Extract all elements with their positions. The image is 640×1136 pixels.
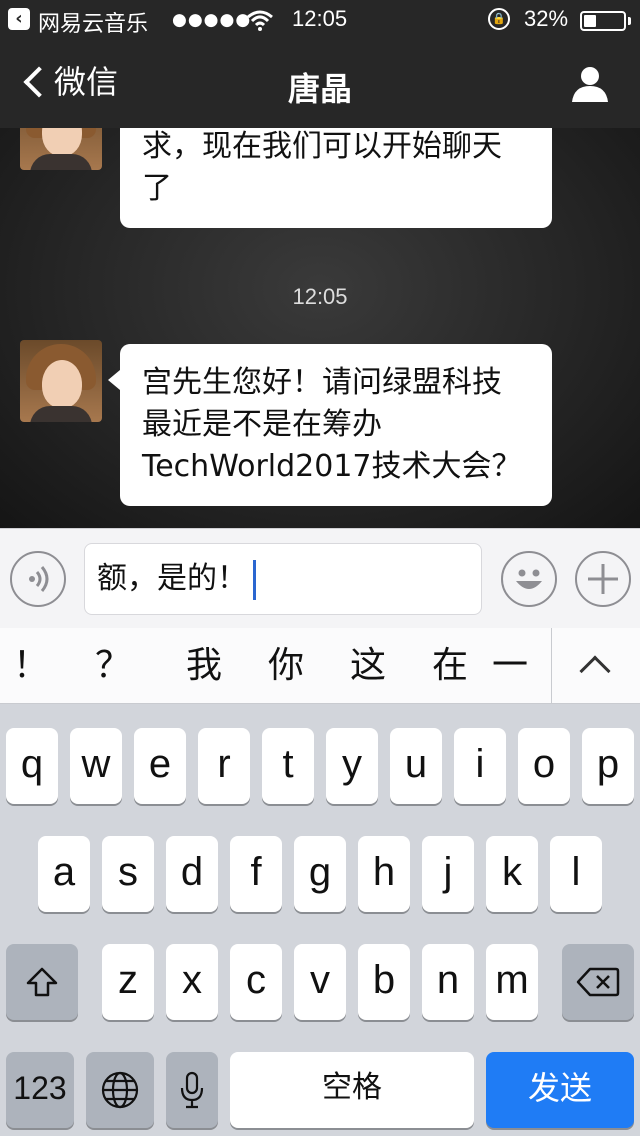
battery-tip	[628, 17, 631, 25]
candidate-word[interactable]: 我	[163, 628, 245, 704]
voice-icon	[29, 566, 49, 592]
key-g[interactable]: g	[294, 836, 346, 912]
rotation-lock-icon: 🔒	[488, 8, 510, 30]
key-r[interactable]: r	[198, 728, 250, 804]
candidate-word[interactable]: ？	[72, 628, 154, 704]
key-f[interactable]: f	[230, 836, 282, 912]
key-t[interactable]: t	[262, 728, 314, 804]
backspace-icon	[576, 968, 620, 997]
chevron-left-icon	[23, 66, 55, 98]
key-d[interactable]: d	[166, 836, 218, 912]
key-k[interactable]: k	[486, 836, 538, 912]
key-p[interactable]: p	[582, 728, 634, 804]
emoji-button[interactable]	[501, 551, 557, 607]
expand-candidates-button[interactable]	[551, 628, 640, 704]
key-e[interactable]: e	[134, 728, 186, 804]
chat-area[interactable]: 求，现在我们可以开始聊天 了 12:05 宫先生您好！请问绿盟科技 最近是不是在…	[0, 128, 640, 528]
key-j[interactable]: j	[422, 836, 474, 912]
candidate-word[interactable]: 一	[492, 628, 552, 704]
contact-profile-icon[interactable]	[570, 64, 610, 104]
key-m[interactable]: m	[486, 944, 538, 1020]
message-text: 宫先生您好！请问绿盟科技 最近是不是在筹办 TechWorld2017技术大会？	[142, 365, 522, 484]
globe-icon	[101, 1072, 139, 1109]
smiley-icon	[516, 569, 542, 589]
key-h[interactable]: h	[358, 836, 410, 912]
key-x[interactable]: x	[166, 944, 218, 1020]
space-key[interactable]: 空格	[230, 1052, 474, 1128]
key-s[interactable]: s	[102, 836, 154, 912]
globe-key[interactable]	[86, 1052, 154, 1128]
status-bar: ‹ 网易云音乐 ●●●●● 12:05 🔒 32%	[0, 0, 640, 40]
candidate-word[interactable]: 这	[327, 628, 409, 704]
key-w[interactable]: w	[70, 728, 122, 804]
back-button[interactable]: 微信	[20, 62, 118, 102]
plus-icon	[588, 564, 618, 594]
key-u[interactable]: u	[390, 728, 442, 804]
message-input[interactable]: 额，是的！	[84, 543, 482, 615]
keyboard: q w e r t y u i o p a s d f g h j k l z …	[0, 704, 640, 1136]
battery-icon	[580, 11, 626, 31]
delete-key[interactable]	[562, 944, 634, 1020]
status-time: 12:05	[292, 6, 348, 31]
numbers-key[interactable]: 123	[6, 1052, 74, 1128]
key-l[interactable]: l	[550, 836, 602, 912]
input-bar: 额，是的！	[0, 528, 640, 628]
battery-percent: 32%	[524, 6, 569, 31]
key-a[interactable]: a	[38, 836, 90, 912]
message-bubble[interactable]: 求，现在我们可以开始聊天 了	[120, 128, 552, 228]
key-o[interactable]: o	[518, 728, 570, 804]
key-c[interactable]: c	[230, 944, 282, 1020]
signal-strength-icon: ●●●●●	[172, 10, 252, 30]
candidate-word[interactable]: ！	[0, 628, 72, 704]
battery-level	[584, 15, 596, 27]
key-y[interactable]: y	[326, 728, 378, 804]
bubble-tail	[108, 370, 120, 390]
shift-icon	[26, 968, 58, 997]
message-timestamp: 12:05	[292, 284, 348, 309]
key-q[interactable]: q	[6, 728, 58, 804]
contact-avatar[interactable]	[20, 340, 102, 422]
key-v[interactable]: v	[294, 944, 346, 1020]
message-input-value: 额，是的！	[97, 561, 247, 596]
key-n[interactable]: n	[422, 944, 474, 1020]
key-z[interactable]: z	[102, 944, 154, 1020]
text-caret	[253, 559, 256, 600]
message-bubble[interactable]: 宫先生您好！请问绿盟科技 最近是不是在筹办 TechWorld2017技术大会？	[108, 344, 552, 506]
contact-avatar[interactable]	[20, 128, 102, 170]
key-b[interactable]: b	[358, 944, 410, 1020]
dictation-key[interactable]	[166, 1052, 218, 1128]
candidate-word[interactable]: 在	[409, 628, 491, 704]
voice-input-button[interactable]	[10, 551, 66, 607]
message-text: 求，现在我们可以开始聊天 了	[142, 129, 502, 206]
more-options-button[interactable]	[575, 551, 631, 607]
top-bar: ‹ 网易云音乐 ●●●●● 12:05 🔒 32% 微信 唐晶	[0, 0, 640, 128]
navigation-bar: 微信 唐晶	[0, 40, 640, 128]
wifi-icon	[247, 10, 273, 31]
send-key[interactable]: 发送	[486, 1052, 634, 1128]
shift-key[interactable]	[6, 944, 78, 1020]
chevron-up-icon	[579, 655, 611, 687]
microphone-icon	[180, 1072, 204, 1109]
back-button-label: 微信	[54, 63, 119, 101]
candidate-word[interactable]: 你	[245, 628, 327, 704]
candidate-bar: ！ ？ 我 你 这 在 一	[0, 628, 640, 704]
back-to-app-icon[interactable]: ‹	[8, 8, 30, 30]
back-to-app-label[interactable]: 网易云音乐	[38, 6, 148, 38]
key-i[interactable]: i	[454, 728, 506, 804]
